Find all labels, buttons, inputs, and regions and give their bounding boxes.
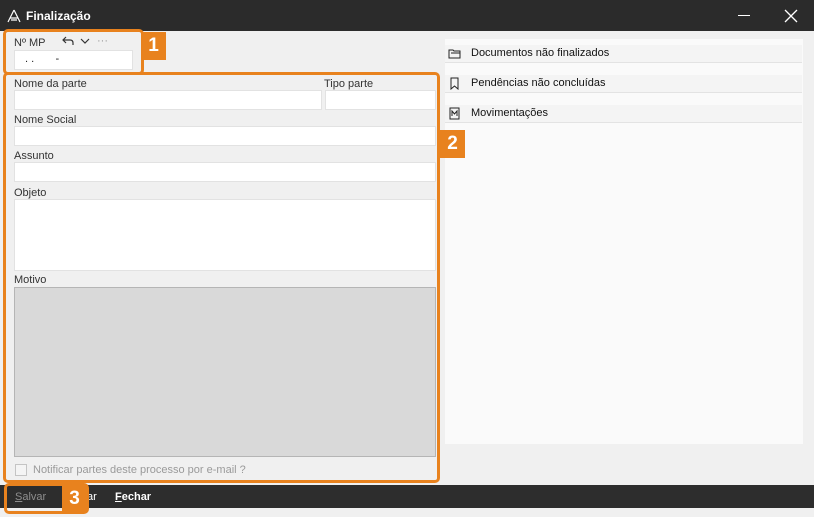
close-window-button[interactable] bbox=[784, 9, 798, 23]
folder-icon bbox=[448, 49, 461, 59]
rp-item-label: Movimentações bbox=[471, 107, 549, 119]
documentos-nao-finalizados-item[interactable]: Documentos não finalizados bbox=[445, 45, 802, 63]
movimentacoes-item[interactable]: Movimentações bbox=[445, 105, 802, 123]
callout-badge-3: 3 bbox=[62, 485, 87, 513]
title-bar: Finalização bbox=[0, 0, 814, 31]
rp-item-label: Pendências não concluídas bbox=[471, 77, 606, 89]
close-label-rest: echar bbox=[121, 491, 152, 503]
callout-badge-1: 1 bbox=[141, 32, 166, 60]
bottom-toolbar: Salvar ar Fechar bbox=[0, 485, 814, 508]
close-accel: F bbox=[115, 491, 122, 503]
document-m-icon bbox=[449, 107, 460, 120]
right-panel: Documentos não finalizados Pendências nã… bbox=[445, 39, 803, 444]
rp-item-label: Documentos não finalizados bbox=[471, 47, 610, 59]
callout-box-1 bbox=[3, 29, 144, 75]
close-button[interactable]: Fechar bbox=[115, 491, 151, 503]
window-title: Finalização bbox=[26, 9, 91, 23]
callout-box-2 bbox=[3, 72, 440, 483]
minimize-button[interactable] bbox=[738, 15, 750, 16]
bookmark-icon bbox=[450, 77, 459, 90]
callout-badge-2: 2 bbox=[440, 130, 465, 158]
app-logo-icon bbox=[7, 9, 21, 23]
pendencias-nao-concluidas-item[interactable]: Pendências não concluídas bbox=[445, 75, 802, 93]
